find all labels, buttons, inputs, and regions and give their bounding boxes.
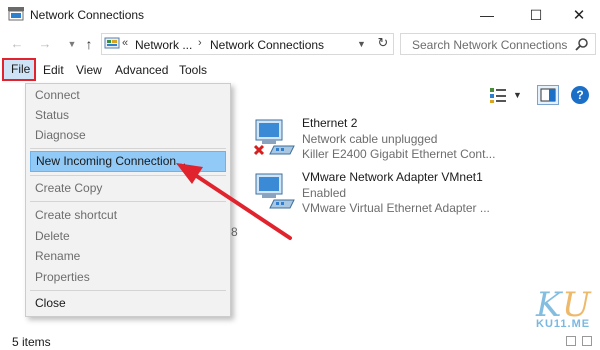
menu-separator <box>30 148 226 149</box>
item-count: 5 items <box>12 335 51 349</box>
refresh-icon[interactable]: ↻ <box>374 35 392 53</box>
connection-device: Killer E2400 Gigabit Ethernet Cont... <box>302 147 496 161</box>
menu-item-create-shortcut[interactable]: Create shortcut <box>26 205 230 226</box>
connection-device: VMware Virtual Ethernet Adapter ... <box>302 201 490 215</box>
search-input[interactable]: Search Network Connections <box>400 33 596 55</box>
change-view-icon[interactable] <box>489 86 507 104</box>
menu-item-close[interactable]: Close <box>26 293 230 314</box>
forward-arrow-icon[interactable]: → <box>37 36 53 52</box>
status-bar: 5 items <box>0 332 600 350</box>
partially-hidden-item-text: 8 <box>231 225 238 239</box>
menu-item-rename[interactable]: Rename <box>26 246 230 267</box>
file-menu-dropdown: Connect Status Diagnose New Incoming Con… <box>25 83 231 317</box>
search-placeholder: Search Network Connections <box>412 38 568 52</box>
menu-item-diagnose[interactable]: Diagnose <box>26 125 230 146</box>
breadcrumb-network[interactable]: Network ... <box>135 38 192 52</box>
menu-edit[interactable]: Edit <box>40 59 67 81</box>
breadcrumb-network-connections[interactable]: Network Connections <box>210 38 324 52</box>
view-options-chevron-icon[interactable]: ▼ <box>513 90 522 100</box>
minimize-button[interactable]: — <box>464 0 510 30</box>
menu-item-create-copy[interactable]: Create Copy <box>26 178 230 199</box>
menu-item-delete[interactable]: Delete <box>26 226 230 247</box>
details-view-icon[interactable] <box>566 336 576 346</box>
menu-advanced[interactable]: Advanced <box>112 59 171 81</box>
search-icon <box>575 38 588 51</box>
close-button[interactable]: ✕ <box>556 0 600 30</box>
breadcrumb-separator[interactable]: › <box>198 37 202 49</box>
address-dropdown-icon[interactable]: ▼ <box>357 39 366 49</box>
help-icon[interactable]: ? <box>571 86 589 104</box>
network-connections-app-icon <box>8 7 24 21</box>
menu-item-status[interactable]: Status <box>26 105 230 126</box>
connection-name: VMware Network Adapter VMnet1 <box>302 170 483 184</box>
breadcrumb-overflow-chevron[interactable]: « <box>122 37 128 49</box>
network-adapter-icon <box>255 173 295 209</box>
connection-status: Network cable unplugged <box>302 132 438 146</box>
network-adapter-disconnected-icon <box>253 119 295 156</box>
preview-pane-icon <box>540 88 556 102</box>
connection-status: Enabled <box>302 186 347 200</box>
menu-item-connect[interactable]: Connect <box>26 85 230 106</box>
control-panel-icon <box>104 37 120 49</box>
menu-tools[interactable]: Tools <box>176 59 210 81</box>
up-arrow-icon[interactable]: ↑ <box>81 36 97 52</box>
address-bar[interactable]: « Network ... › Network Connections <box>101 33 394 55</box>
menu-item-new-incoming-connection[interactable]: New Incoming Connection... <box>30 151 226 172</box>
maximize-button[interactable]: ☐ <box>513 0 559 30</box>
window-title: Network Connections <box>30 8 145 22</box>
back-arrow-icon[interactable]: ← <box>9 36 25 52</box>
large-icons-view-icon[interactable] <box>582 336 592 346</box>
recent-locations-chevron-icon[interactable]: ▼ <box>64 36 80 52</box>
menu-bar: File Edit View Advanced Tools <box>0 58 600 81</box>
menu-file[interactable]: File <box>2 58 36 81</box>
watermark-text: KU11.ME <box>536 318 591 330</box>
preview-pane-button[interactable] <box>537 85 559 105</box>
menu-separator <box>30 201 226 202</box>
menu-view[interactable]: View <box>73 59 105 81</box>
menu-separator <box>30 175 226 176</box>
connection-name: Ethernet 2 <box>302 116 358 130</box>
menu-item-properties[interactable]: Properties <box>26 267 230 288</box>
menu-separator <box>30 290 226 291</box>
title-bar: Network Connections — ☐ ✕ <box>0 0 600 30</box>
